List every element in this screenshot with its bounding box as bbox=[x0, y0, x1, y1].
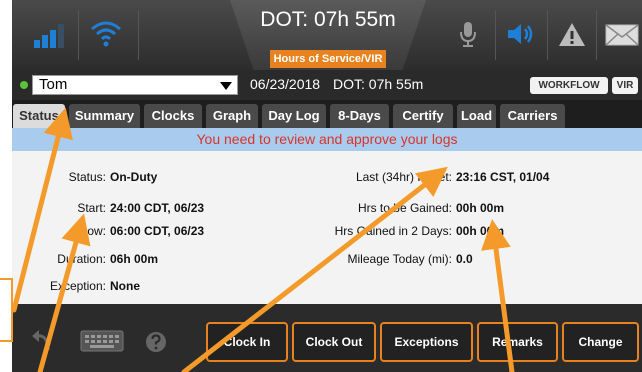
tab-summary[interactable]: Summary bbox=[69, 104, 140, 128]
review-logs-banner[interactable]: You need to review and approve your logs bbox=[12, 128, 642, 151]
hos-badge[interactable]: Hours of Service/VIR bbox=[270, 50, 386, 68]
vir-button[interactable]: VIR bbox=[612, 77, 638, 94]
exception-value: None bbox=[110, 279, 140, 293]
hrs-gained-2-days-label: Hrs Gained in 2 Days: bbox=[334, 224, 452, 238]
tab-carriers[interactable]: Carriers bbox=[500, 104, 565, 128]
status-value: On-Duty bbox=[110, 170, 158, 184]
clock-in-button[interactable]: Clock In bbox=[206, 322, 288, 362]
hrs-gained-2-days-value: 00h 00m bbox=[456, 224, 505, 238]
mileage-today-label: Mileage Today (mi): bbox=[347, 252, 452, 266]
app-shell: DOT: 07h 55m Hours of Service/VIR Tom 06… bbox=[12, 0, 642, 372]
online-status-dot bbox=[20, 81, 28, 89]
tab-graph[interactable]: Graph bbox=[206, 104, 258, 128]
hrs-to-be-gained-value: 00h 00m bbox=[456, 201, 505, 215]
mail-icon[interactable] bbox=[604, 18, 640, 50]
status-panel: Status: On-Duty Start: 24:00 CDT, 06/23 … bbox=[12, 151, 642, 304]
exceptions-button[interactable]: Exceptions bbox=[380, 322, 473, 362]
mileage-today-value: 0.0 bbox=[456, 252, 473, 266]
tab-certify[interactable]: Certify bbox=[393, 104, 453, 128]
duration-value: 06h 00m bbox=[110, 252, 159, 266]
wifi-icon bbox=[91, 21, 121, 47]
remarks-button[interactable]: Remarks bbox=[477, 322, 558, 362]
driver-name: Tom bbox=[39, 76, 68, 93]
tab-bar: Status Summary Clocks Graph Day Log 8-Da… bbox=[12, 100, 642, 128]
page-title: DOT: 07h 55m bbox=[260, 8, 396, 31]
tab-load[interactable]: Load bbox=[457, 104, 496, 128]
driver-select[interactable]: Tom bbox=[32, 75, 238, 95]
status-label: Status: bbox=[68, 170, 106, 184]
clock-out-button[interactable]: Clock Out bbox=[292, 322, 376, 362]
start-label: Start: bbox=[77, 201, 106, 215]
now-value: 06:00 CDT, 06/23 bbox=[110, 224, 205, 238]
hrs-to-be-gained-label: Hrs to be Gained: bbox=[357, 201, 452, 215]
signal-icon bbox=[34, 22, 72, 48]
now-label: Now: bbox=[78, 224, 106, 238]
change-button[interactable]: Change bbox=[562, 322, 639, 362]
tab-day-log[interactable]: Day Log bbox=[262, 104, 326, 128]
dot-remaining: DOT: 07h 55m bbox=[333, 76, 424, 92]
top-bar: DOT: 07h 55m Hours of Service/VIR bbox=[12, 0, 642, 70]
back-icon[interactable] bbox=[30, 328, 52, 354]
speaker-icon[interactable] bbox=[504, 18, 536, 50]
exception-label: Exception: bbox=[49, 279, 106, 293]
warning-icon[interactable] bbox=[558, 18, 586, 50]
chevron-down-icon bbox=[220, 82, 232, 90]
tab-status[interactable]: Status bbox=[13, 104, 65, 128]
log-date: 06/23/2018 bbox=[250, 76, 321, 92]
help-icon[interactable] bbox=[145, 331, 167, 353]
start-value: 24:00 CDT, 06/23 bbox=[110, 201, 205, 215]
last-reset-label: Last (34hr) Reset: bbox=[355, 170, 452, 184]
last-reset-value: 23:16 CST, 01/04 bbox=[456, 170, 550, 184]
keyboard-icon[interactable] bbox=[80, 330, 124, 352]
bottom-bar: Clock In Clock Out Exceptions Remarks Ch… bbox=[12, 304, 642, 372]
workflow-button[interactable]: WORKFLOW bbox=[530, 77, 608, 94]
microphone-icon[interactable] bbox=[458, 18, 478, 50]
tab-clocks[interactable]: Clocks bbox=[144, 104, 202, 128]
tab-8-days[interactable]: 8-Days bbox=[330, 104, 389, 128]
annotation-highlight-box bbox=[0, 278, 13, 342]
driver-row: Tom 06/23/2018 DOT: 07h 55m WORKFLOW VIR bbox=[12, 70, 642, 100]
duration-label: Duration: bbox=[57, 252, 106, 266]
